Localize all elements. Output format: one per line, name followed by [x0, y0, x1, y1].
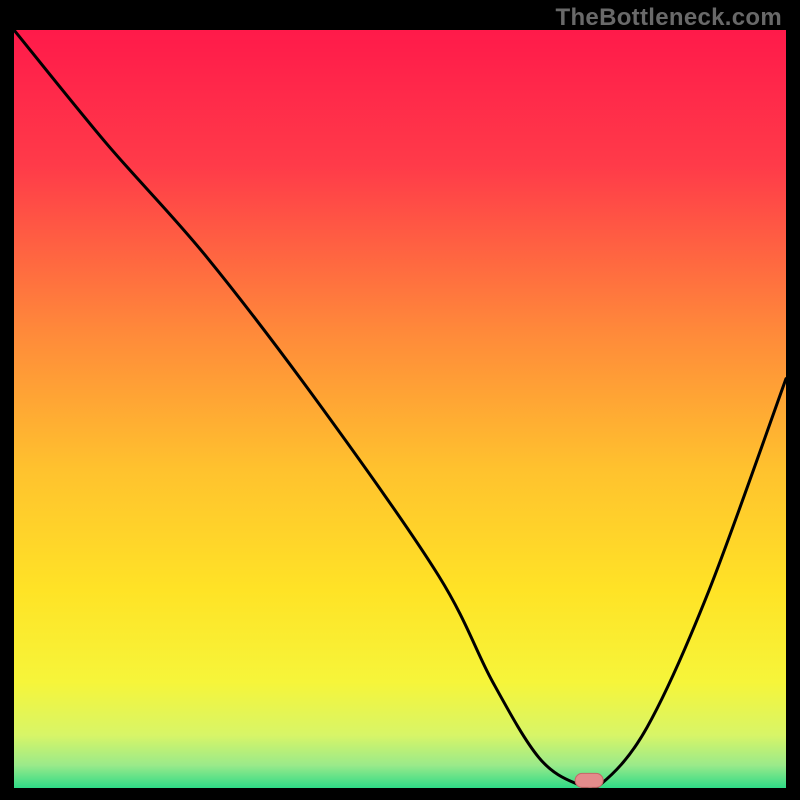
optimal-marker-pill [575, 773, 603, 787]
optimal-marker [575, 773, 603, 787]
watermark-text: TheBottleneck.com [556, 4, 782, 32]
heat-gradient-background [14, 30, 786, 788]
chart-container: TheBottleneck.com [0, 0, 800, 800]
bottleneck-chart [14, 30, 786, 788]
